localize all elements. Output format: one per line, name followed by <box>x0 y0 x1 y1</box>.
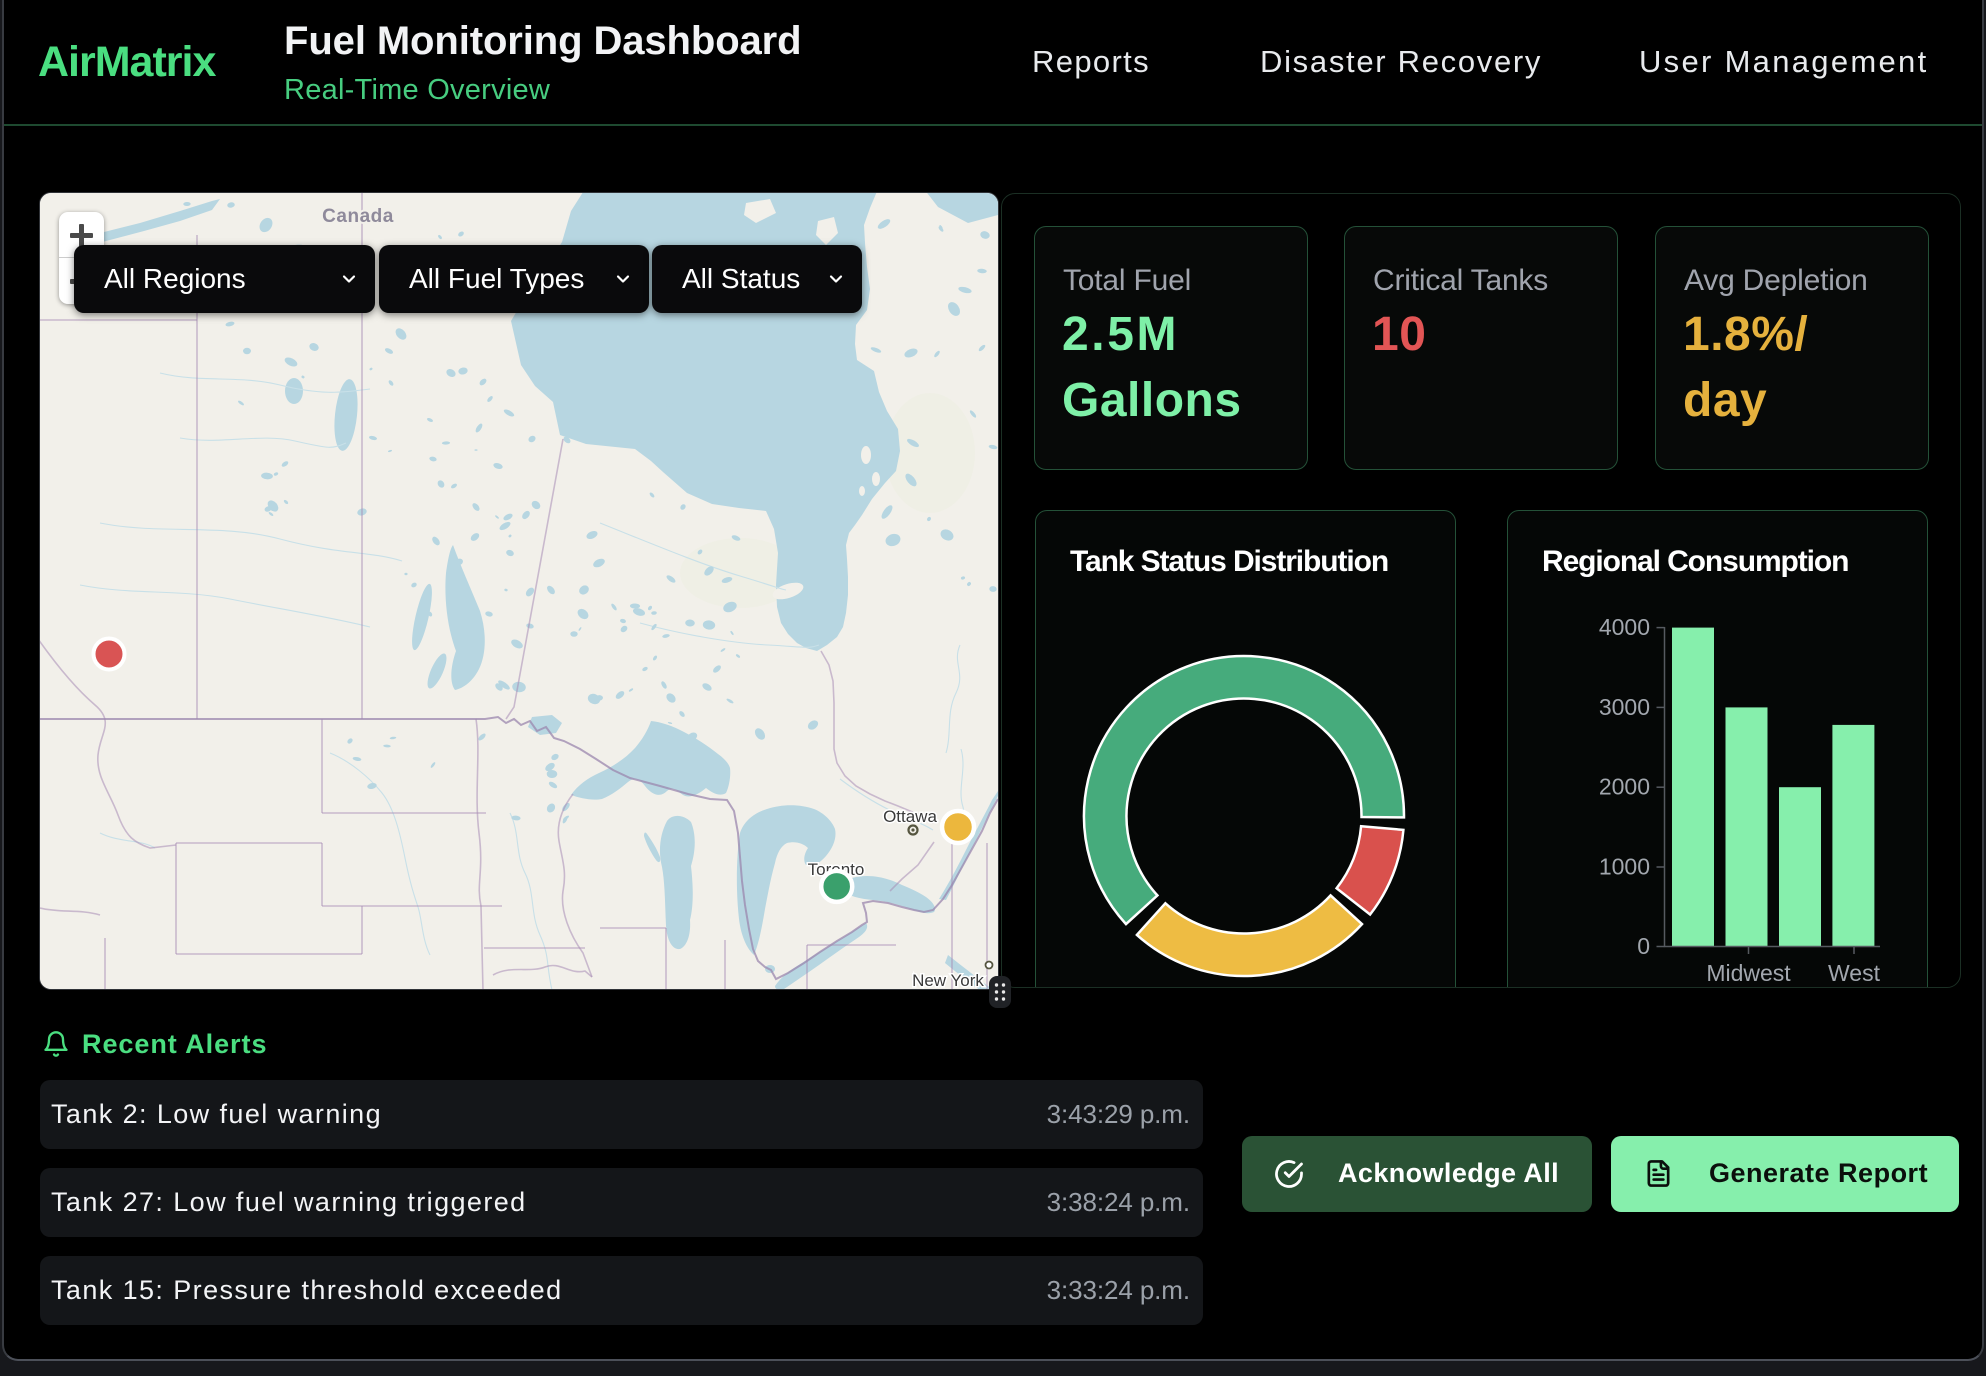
svg-text:1000: 1000 <box>1599 854 1650 880</box>
svg-text:0: 0 <box>1637 933 1650 959</box>
svg-text:4000: 4000 <box>1599 614 1650 640</box>
svg-text:3000: 3000 <box>1599 694 1650 720</box>
svg-text:Canada: Canada <box>322 206 394 227</box>
svg-text:Ottawa: Ottawa <box>883 807 937 826</box>
svg-text:New York: New York <box>912 971 984 990</box>
svg-text:2000: 2000 <box>1599 774 1650 800</box>
svg-text:Midwest: Midwest <box>1706 960 1791 986</box>
svg-text:West: West <box>1828 960 1881 986</box>
